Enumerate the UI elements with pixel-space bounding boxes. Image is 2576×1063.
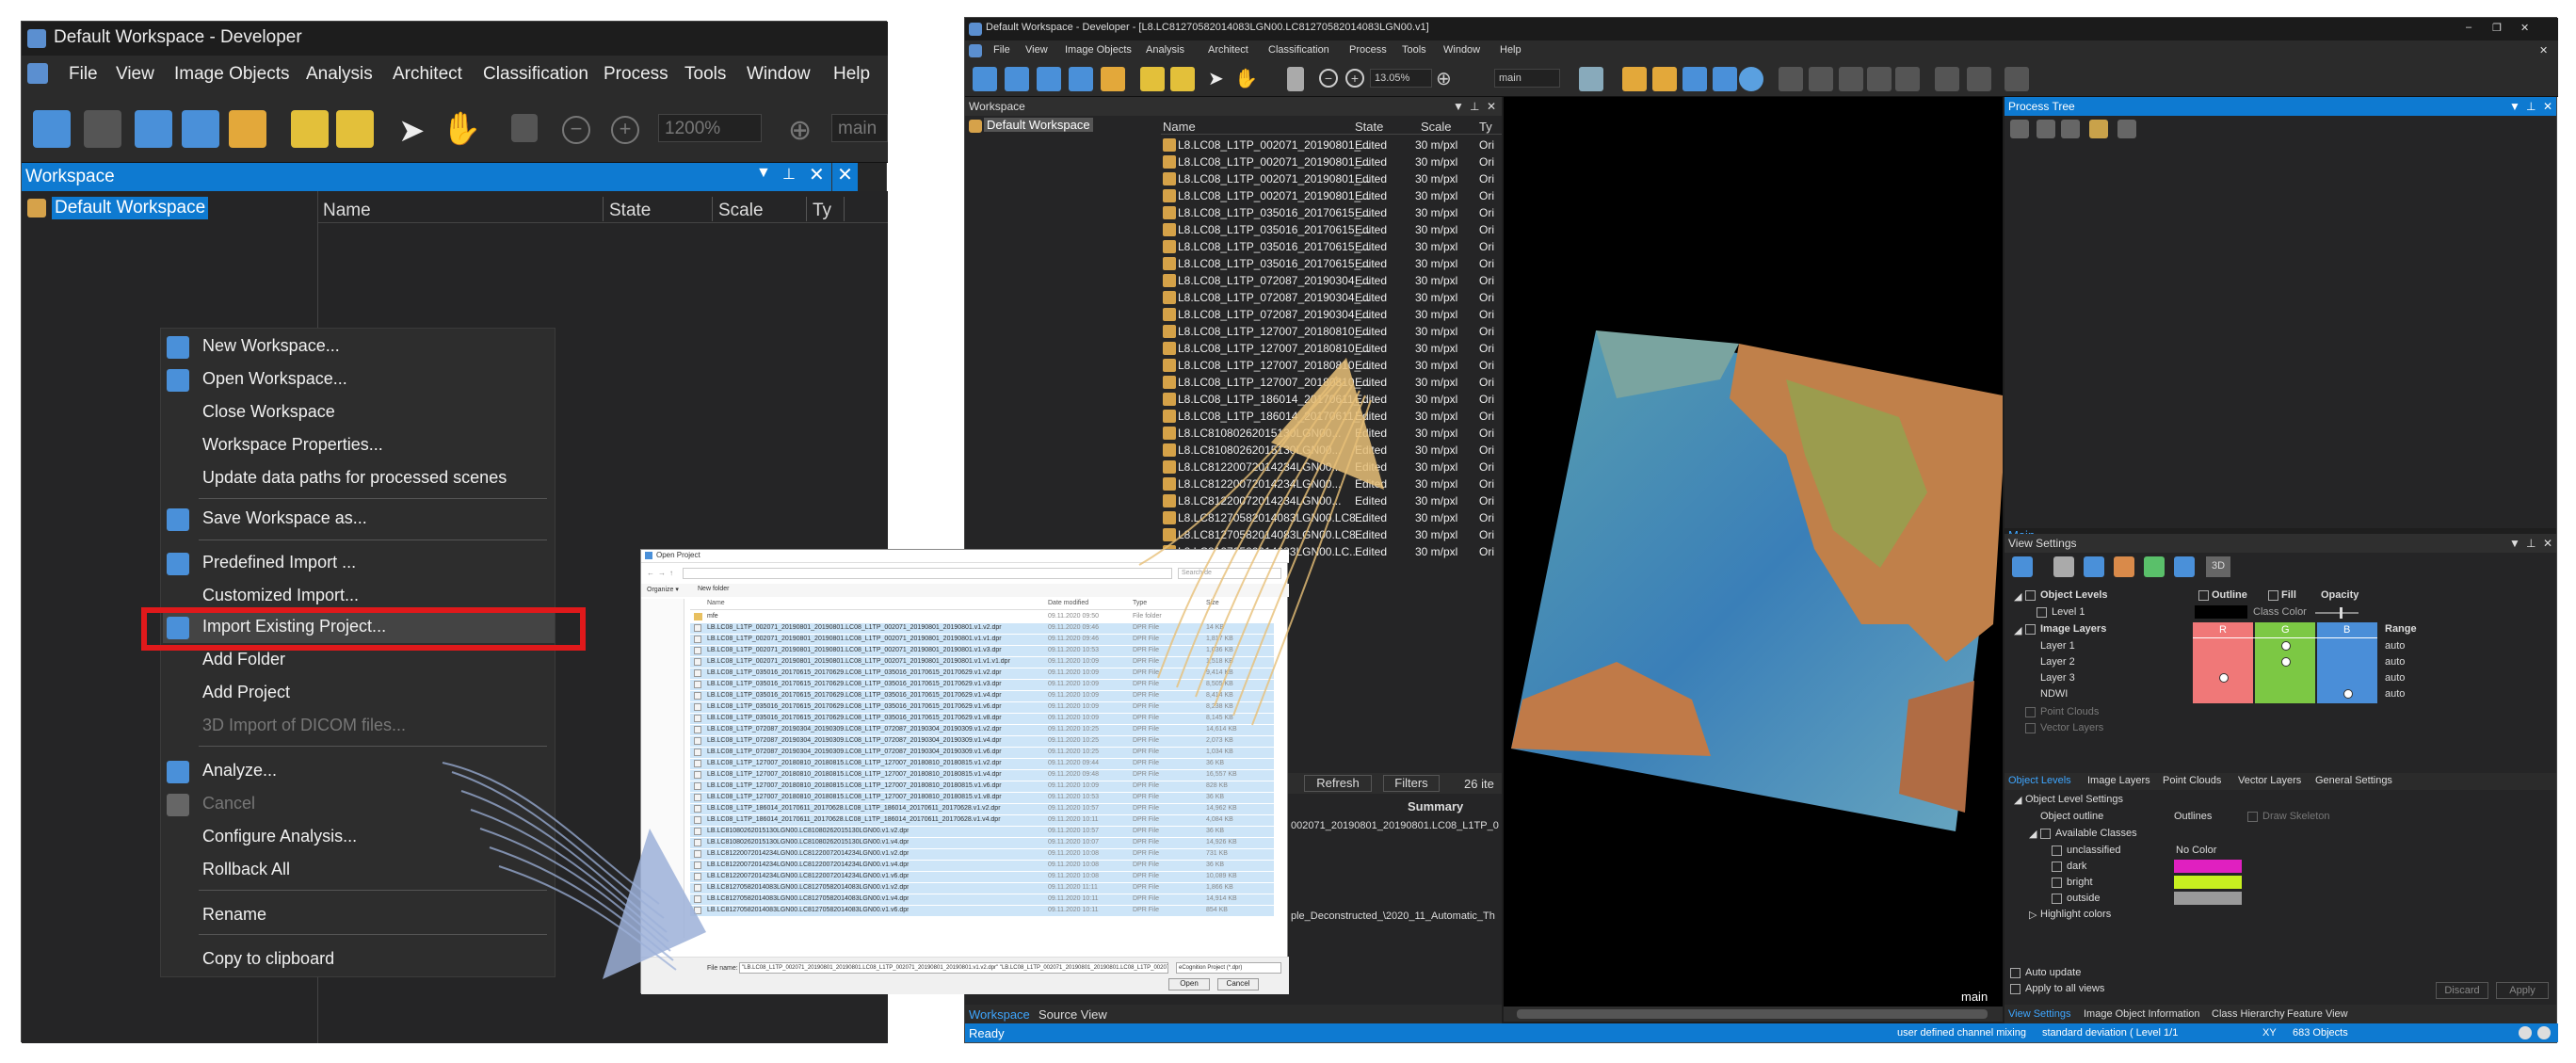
blue-arrow-stroke	[442, 762, 660, 905]
annotation-arrows	[442, 358, 1384, 979]
gold-arrow-head	[1271, 358, 1384, 490]
blue-arrow-head	[603, 829, 706, 979]
